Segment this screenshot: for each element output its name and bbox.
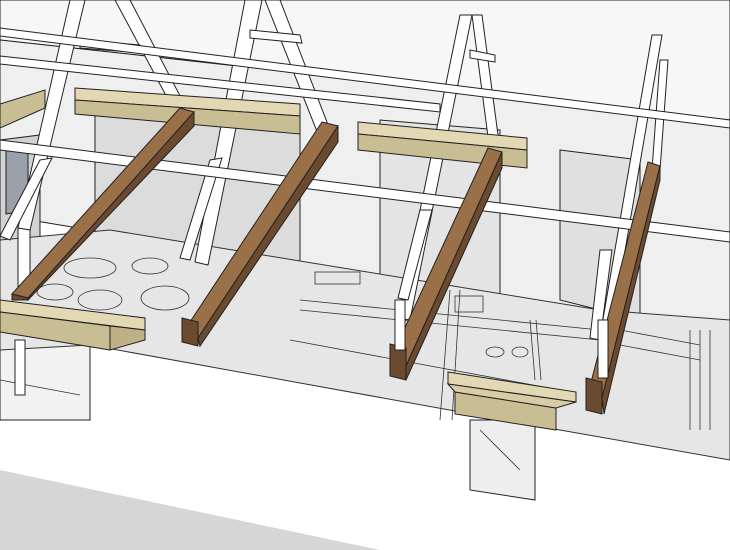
model-viewport[interactable] — [0, 0, 730, 550]
roof-structure-model — [0, 0, 730, 550]
